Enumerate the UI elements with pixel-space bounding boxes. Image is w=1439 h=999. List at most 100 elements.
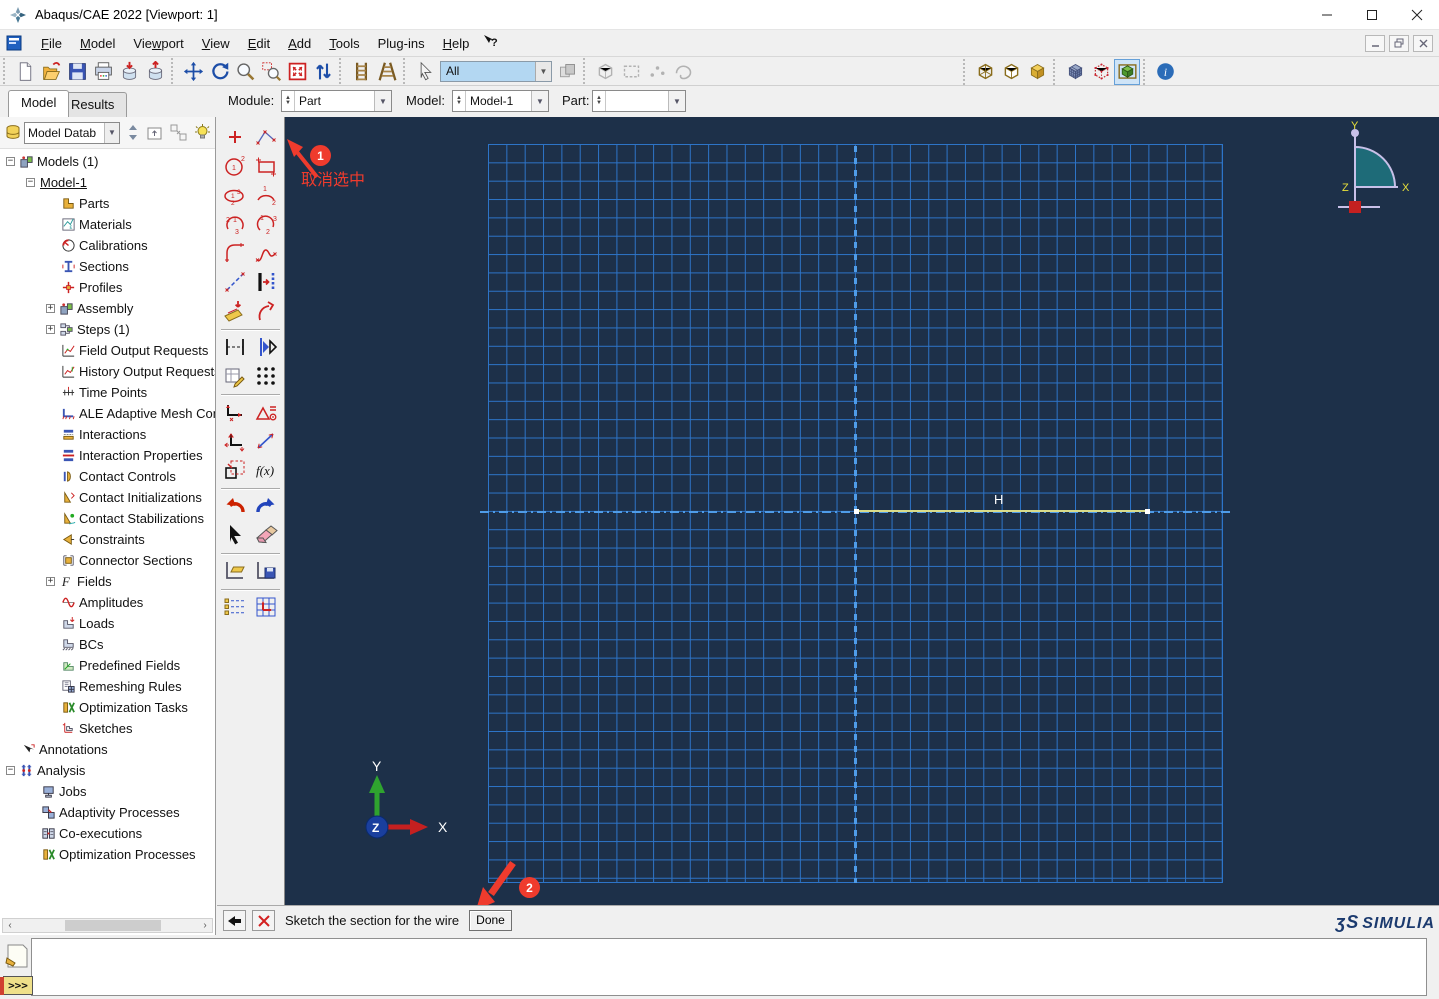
message-text-area[interactable] (31, 938, 1427, 996)
tree-item-analysis[interactable]: − Analysis (0, 760, 215, 781)
tree-item-constraints[interactable]: Constraints (0, 529, 215, 550)
sketch-dimension-button[interactable] (221, 333, 249, 361)
line-endpoint-right[interactable] (1145, 509, 1150, 514)
view-dotted-button[interactable] (1088, 59, 1114, 85)
tree-item-models-1[interactable]: − Models (1) (0, 151, 215, 172)
tree-item-model-1[interactable]: − Model-1 (0, 172, 215, 193)
tree-item-annotations[interactable]: Annotations (0, 739, 215, 760)
zoom-button[interactable] (232, 58, 258, 84)
ladder-button[interactable] (348, 58, 374, 84)
minimize-button[interactable] (1304, 0, 1349, 29)
sketch-sketch-options-button[interactable] (221, 593, 249, 621)
tree-database-select[interactable]: Model Datab ▼ (24, 121, 120, 144)
open-button[interactable] (38, 58, 64, 84)
part-select[interactable]: ▲ ▼ ▼ (592, 90, 686, 112)
tree-item-co-executions[interactable]: Co-executions (0, 823, 215, 844)
command-line-toggle-button[interactable]: >>> (3, 976, 33, 995)
tree-item-adaptivity-processes[interactable]: Adaptivity Processes (0, 802, 215, 823)
session-save-button[interactable] (116, 58, 142, 84)
tree-item-steps-1[interactable]: + Steps (1) (0, 319, 215, 340)
render-shaded-button[interactable] (1024, 59, 1050, 85)
sketch-edit-sketch-button[interactable] (221, 398, 249, 426)
tree-item-parts[interactable]: Parts (0, 193, 215, 214)
mdi-close-button[interactable] (1413, 34, 1433, 52)
sketch-construction-line-button[interactable] (221, 268, 249, 296)
sketch-parameter-button[interactable]: f(x) (252, 456, 280, 484)
rotate-button[interactable] (206, 58, 232, 84)
module-select[interactable]: ▲ ▼ Part ▼ (281, 90, 392, 112)
sketch-fillet-button[interactable] (221, 239, 249, 267)
sketch-linear-pattern-button[interactable] (252, 362, 280, 390)
selection-filter-combo[interactable]: All ▼ (440, 60, 552, 82)
sketch-sketch-grid-button[interactable] (252, 593, 280, 621)
tree-item-predefined-fields[interactable]: Predefined Fields (0, 655, 215, 676)
tree-item-field-output-requests[interactable]: Field Output Requests (0, 340, 215, 361)
tree-item-remeshing-rules[interactable]: Remeshing Rules (0, 676, 215, 697)
maximize-button[interactable] (1349, 0, 1394, 29)
cancel-procedure-button[interactable] (252, 910, 275, 931)
sketch-ellipse-button[interactable]: 132 (221, 181, 249, 209)
sketch-project-references-button[interactable] (252, 297, 280, 325)
ladder-angled-button[interactable] (374, 58, 400, 84)
previous-step-button[interactable] (223, 910, 246, 931)
new-button[interactable] (12, 58, 38, 84)
sketch-constraints-tool-button[interactable] (252, 398, 280, 426)
menu-help[interactable]: Help (434, 32, 479, 55)
tree-item-profiles[interactable]: Profiles (0, 277, 215, 298)
tree-item-ale-adaptive-mesh-constraints[interactable]: ALE Adaptive Mesh Constraints (0, 403, 215, 424)
menu-file[interactable]: File (32, 32, 71, 55)
mdi-minimize-button[interactable] (1365, 34, 1385, 52)
tree-item-sketches[interactable]: Sketches (0, 718, 215, 739)
tree-item-contact-initializations[interactable]: Contact Initializations (0, 487, 215, 508)
cycle-button[interactable] (310, 58, 336, 84)
link-items-icon[interactable] (170, 124, 187, 141)
sketch-circle-button[interactable]: 12 (221, 152, 249, 180)
tree-expander[interactable]: + (46, 577, 55, 586)
tree-spinner[interactable] (127, 124, 139, 141)
menu-view[interactable]: View (193, 32, 239, 55)
tree-item-time-points[interactable]: Time Points (0, 382, 215, 403)
sketch-point-button[interactable] (221, 123, 249, 151)
scrollbar-thumb[interactable] (65, 920, 161, 931)
sketch-offset-curves-button[interactable] (221, 297, 249, 325)
viewport-canvas[interactable]: H 1 取消选中 2 Y Z X Y X Z (285, 117, 1439, 905)
save-button[interactable] (64, 58, 90, 84)
tree-item-connector-sections[interactable]: Connector Sections (0, 550, 215, 571)
done-button[interactable]: Done (469, 910, 512, 931)
menu-tools[interactable]: Tools (320, 32, 368, 55)
tree-expander[interactable]: − (26, 178, 35, 187)
tree-item-interaction-properties[interactable]: Interaction Properties (0, 445, 215, 466)
tree-expander[interactable]: + (46, 304, 55, 313)
message-log-icon[interactable] (4, 943, 30, 969)
tree-expander[interactable]: + (46, 325, 55, 334)
scroll-right-icon[interactable]: › (198, 920, 212, 931)
tree-item-contact-controls[interactable]: Contact Controls (0, 466, 215, 487)
info-button[interactable]: i (1152, 59, 1178, 85)
tree-item-jobs[interactable]: Jobs (0, 781, 215, 802)
sketch-redo-button[interactable] (252, 492, 280, 520)
sketch-auto-constrain-button[interactable] (252, 333, 280, 361)
tree-item-loads[interactable]: Loads (0, 613, 215, 634)
menu-viewport[interactable]: Viewport (124, 32, 192, 55)
tree-item-bcs[interactable]: BCs (0, 634, 215, 655)
collapse-all-icon[interactable] (146, 124, 163, 141)
tab-model[interactable]: Model (8, 90, 70, 117)
render-hidden-button[interactable] (998, 59, 1024, 85)
line-endpoint-left[interactable] (854, 509, 859, 514)
tree-item-interactions[interactable]: Interactions (0, 424, 215, 445)
menu-model[interactable]: Model (71, 32, 124, 55)
menu-add[interactable]: Add (279, 32, 320, 55)
tree-item-optimization-tasks[interactable]: Optimization Tasks (0, 697, 215, 718)
sketch-resize-button[interactable] (221, 456, 249, 484)
sketch-arc-center-button[interactable]: 21 3 (221, 210, 249, 238)
tree-expander[interactable]: − (6, 157, 15, 166)
view-mesh-button[interactable] (1062, 59, 1088, 85)
sketch-sketch-paste-button[interactable] (221, 557, 249, 585)
pan-button[interactable] (180, 58, 206, 84)
tree-horizontal-scrollbar[interactable]: ‹ › (2, 918, 213, 933)
tree-item-history-output-requests[interactable]: History Output Requests (0, 361, 215, 382)
tree-expander[interactable]: − (6, 766, 15, 775)
tree-item-amplitudes[interactable]: Amplitudes (0, 592, 215, 613)
sketched-wire-line[interactable] (857, 510, 1148, 512)
menu-edit[interactable]: Edit (239, 32, 279, 55)
